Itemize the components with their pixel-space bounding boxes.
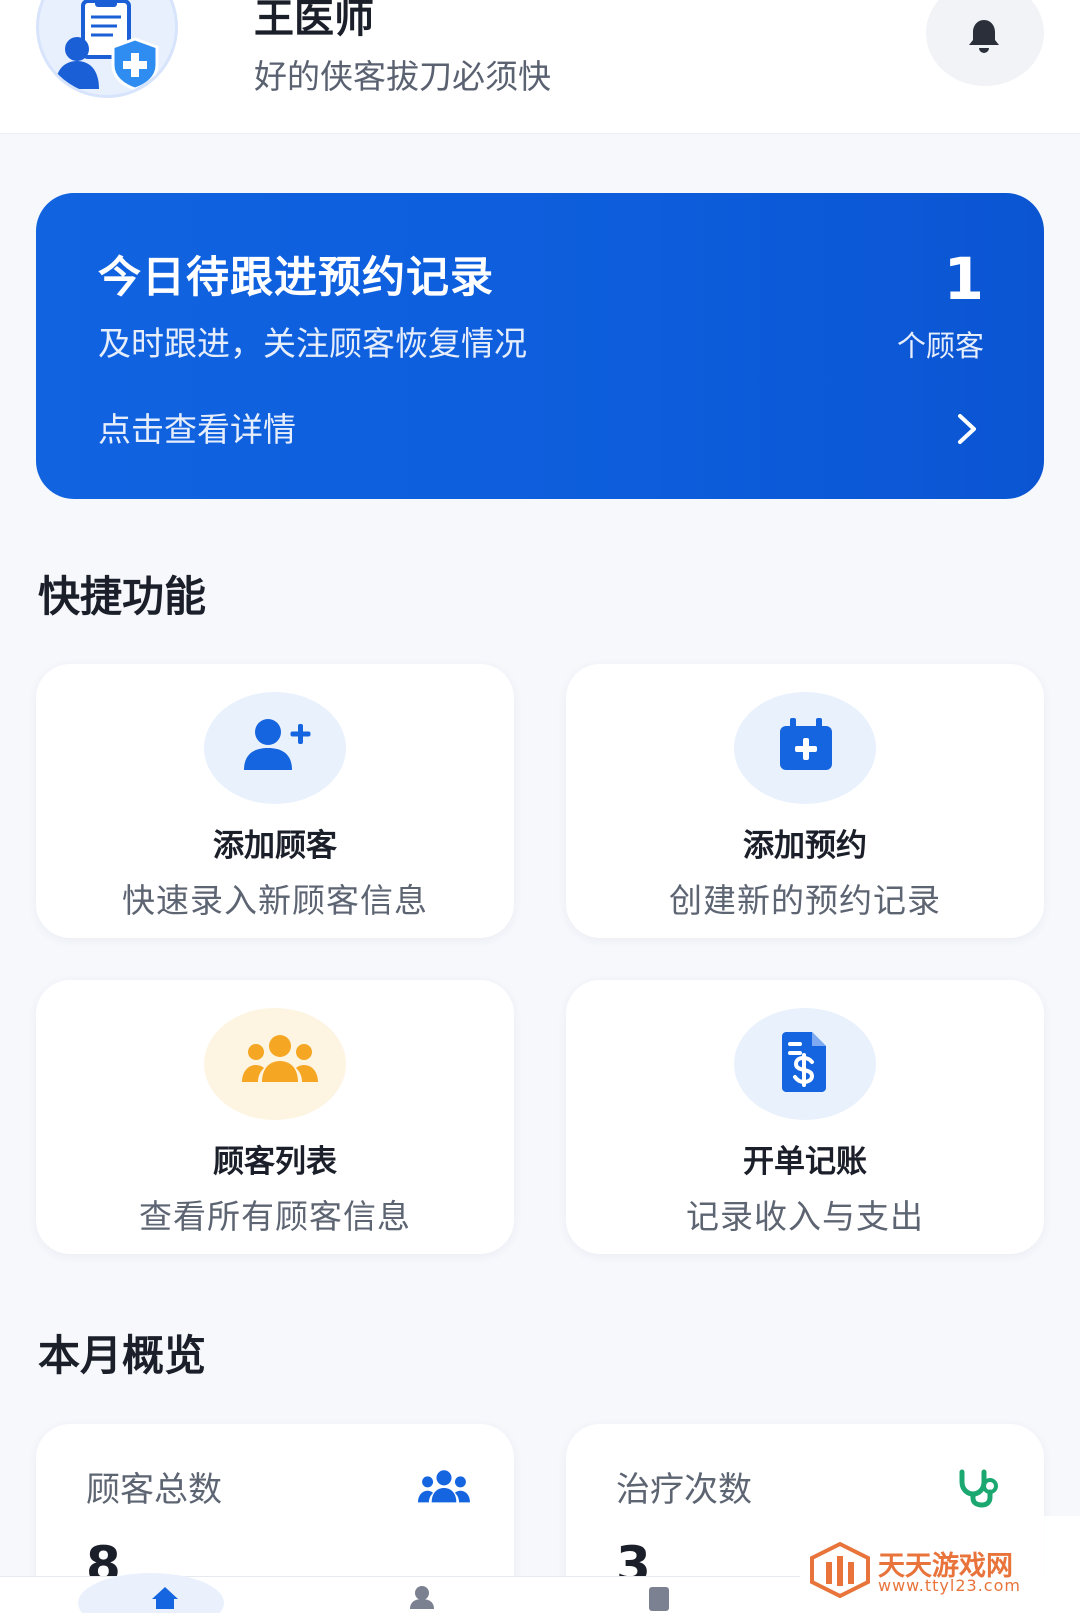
nav-home[interactable] xyxy=(94,1577,234,1613)
treatment-count-label: 治疗次数 xyxy=(616,1470,752,1510)
invoice-dollar-icon xyxy=(782,1032,826,1092)
nav-records[interactable] xyxy=(590,1577,730,1613)
notification-button[interactable] xyxy=(926,0,1044,86)
add-appointment-desc: 创建新的预约记录 xyxy=(669,881,941,920)
profile-header: 王医师 好的侠客拔刀必须快 xyxy=(0,0,1080,134)
avatar[interactable] xyxy=(36,0,178,98)
add-customer-title: 添加顾客 xyxy=(213,828,337,864)
watermark: 天天游戏网 www.ttyl23.com xyxy=(800,1516,1080,1613)
doctor-motto: 好的侠客拔刀必须快 xyxy=(254,57,551,96)
banner-detail-link[interactable]: 点击查看详情 xyxy=(98,403,296,451)
watermark-url: www.ttyl23.com xyxy=(878,1576,1021,1595)
add-appointment-title: 添加预约 xyxy=(743,828,867,864)
bell-icon xyxy=(969,20,999,53)
billing-card[interactable]: 开单记账 记录收入与支出 xyxy=(566,980,1044,1254)
add-customer-icon-bg xyxy=(204,692,346,804)
banner-title: 今日待跟进预约记录 xyxy=(98,253,494,303)
home-icon xyxy=(152,1587,178,1609)
overview-title: 本月概览 xyxy=(38,1331,207,1380)
quick-actions-title: 快捷功能 xyxy=(38,572,207,621)
customer-list-card[interactable]: 顾客列表 查看所有顾客信息 xyxy=(36,980,514,1254)
chevron-right-icon[interactable] xyxy=(954,412,980,446)
user-icon xyxy=(410,1586,434,1609)
customer-list-icon-bg xyxy=(204,1008,346,1120)
customer-total-label: 顾客总数 xyxy=(86,1470,222,1510)
add-customer-card[interactable]: 添加顾客 快速录入新顾客信息 xyxy=(36,664,514,938)
billing-icon-bg xyxy=(734,1008,876,1120)
users-group-icon xyxy=(418,1470,470,1503)
add-customer-desc: 快速录入新顾客信息 xyxy=(122,881,428,920)
followup-count: 1 xyxy=(943,245,984,313)
billing-desc: 记录收入与支出 xyxy=(686,1197,924,1236)
calendar-plus-icon xyxy=(780,718,832,770)
add-user-icon xyxy=(244,719,311,770)
followup-banner[interactable]: 今日待跟进预约记录 及时跟进，关注顾客恢复情况 点击查看详情 1 个顾客 xyxy=(36,193,1044,499)
doctor-shield-icon xyxy=(55,0,159,91)
document-icon xyxy=(649,1587,669,1611)
followup-count-unit: 个顾客 xyxy=(896,329,984,363)
nav-profile[interactable] xyxy=(352,1577,492,1613)
add-appointment-icon-bg xyxy=(734,692,876,804)
stethoscope-icon xyxy=(959,1469,998,1508)
customer-list-title: 顾客列表 xyxy=(213,1144,337,1180)
customer-list-desc: 查看所有顾客信息 xyxy=(139,1197,411,1236)
banner-subtitle: 及时跟进，关注顾客恢复情况 xyxy=(98,324,527,363)
home-screen: 王医师 好的侠客拔刀必须快 今日待跟进预约记录 及时跟进，关注顾客恢复情况 点击… xyxy=(0,0,1080,1613)
watermark-logo-icon xyxy=(810,1542,870,1598)
doctor-name: 王医师 xyxy=(254,0,374,42)
add-appointment-card[interactable]: 添加预约 创建新的预约记录 xyxy=(566,664,1044,938)
users-group-icon xyxy=(242,1035,318,1082)
billing-title: 开单记账 xyxy=(743,1144,867,1180)
